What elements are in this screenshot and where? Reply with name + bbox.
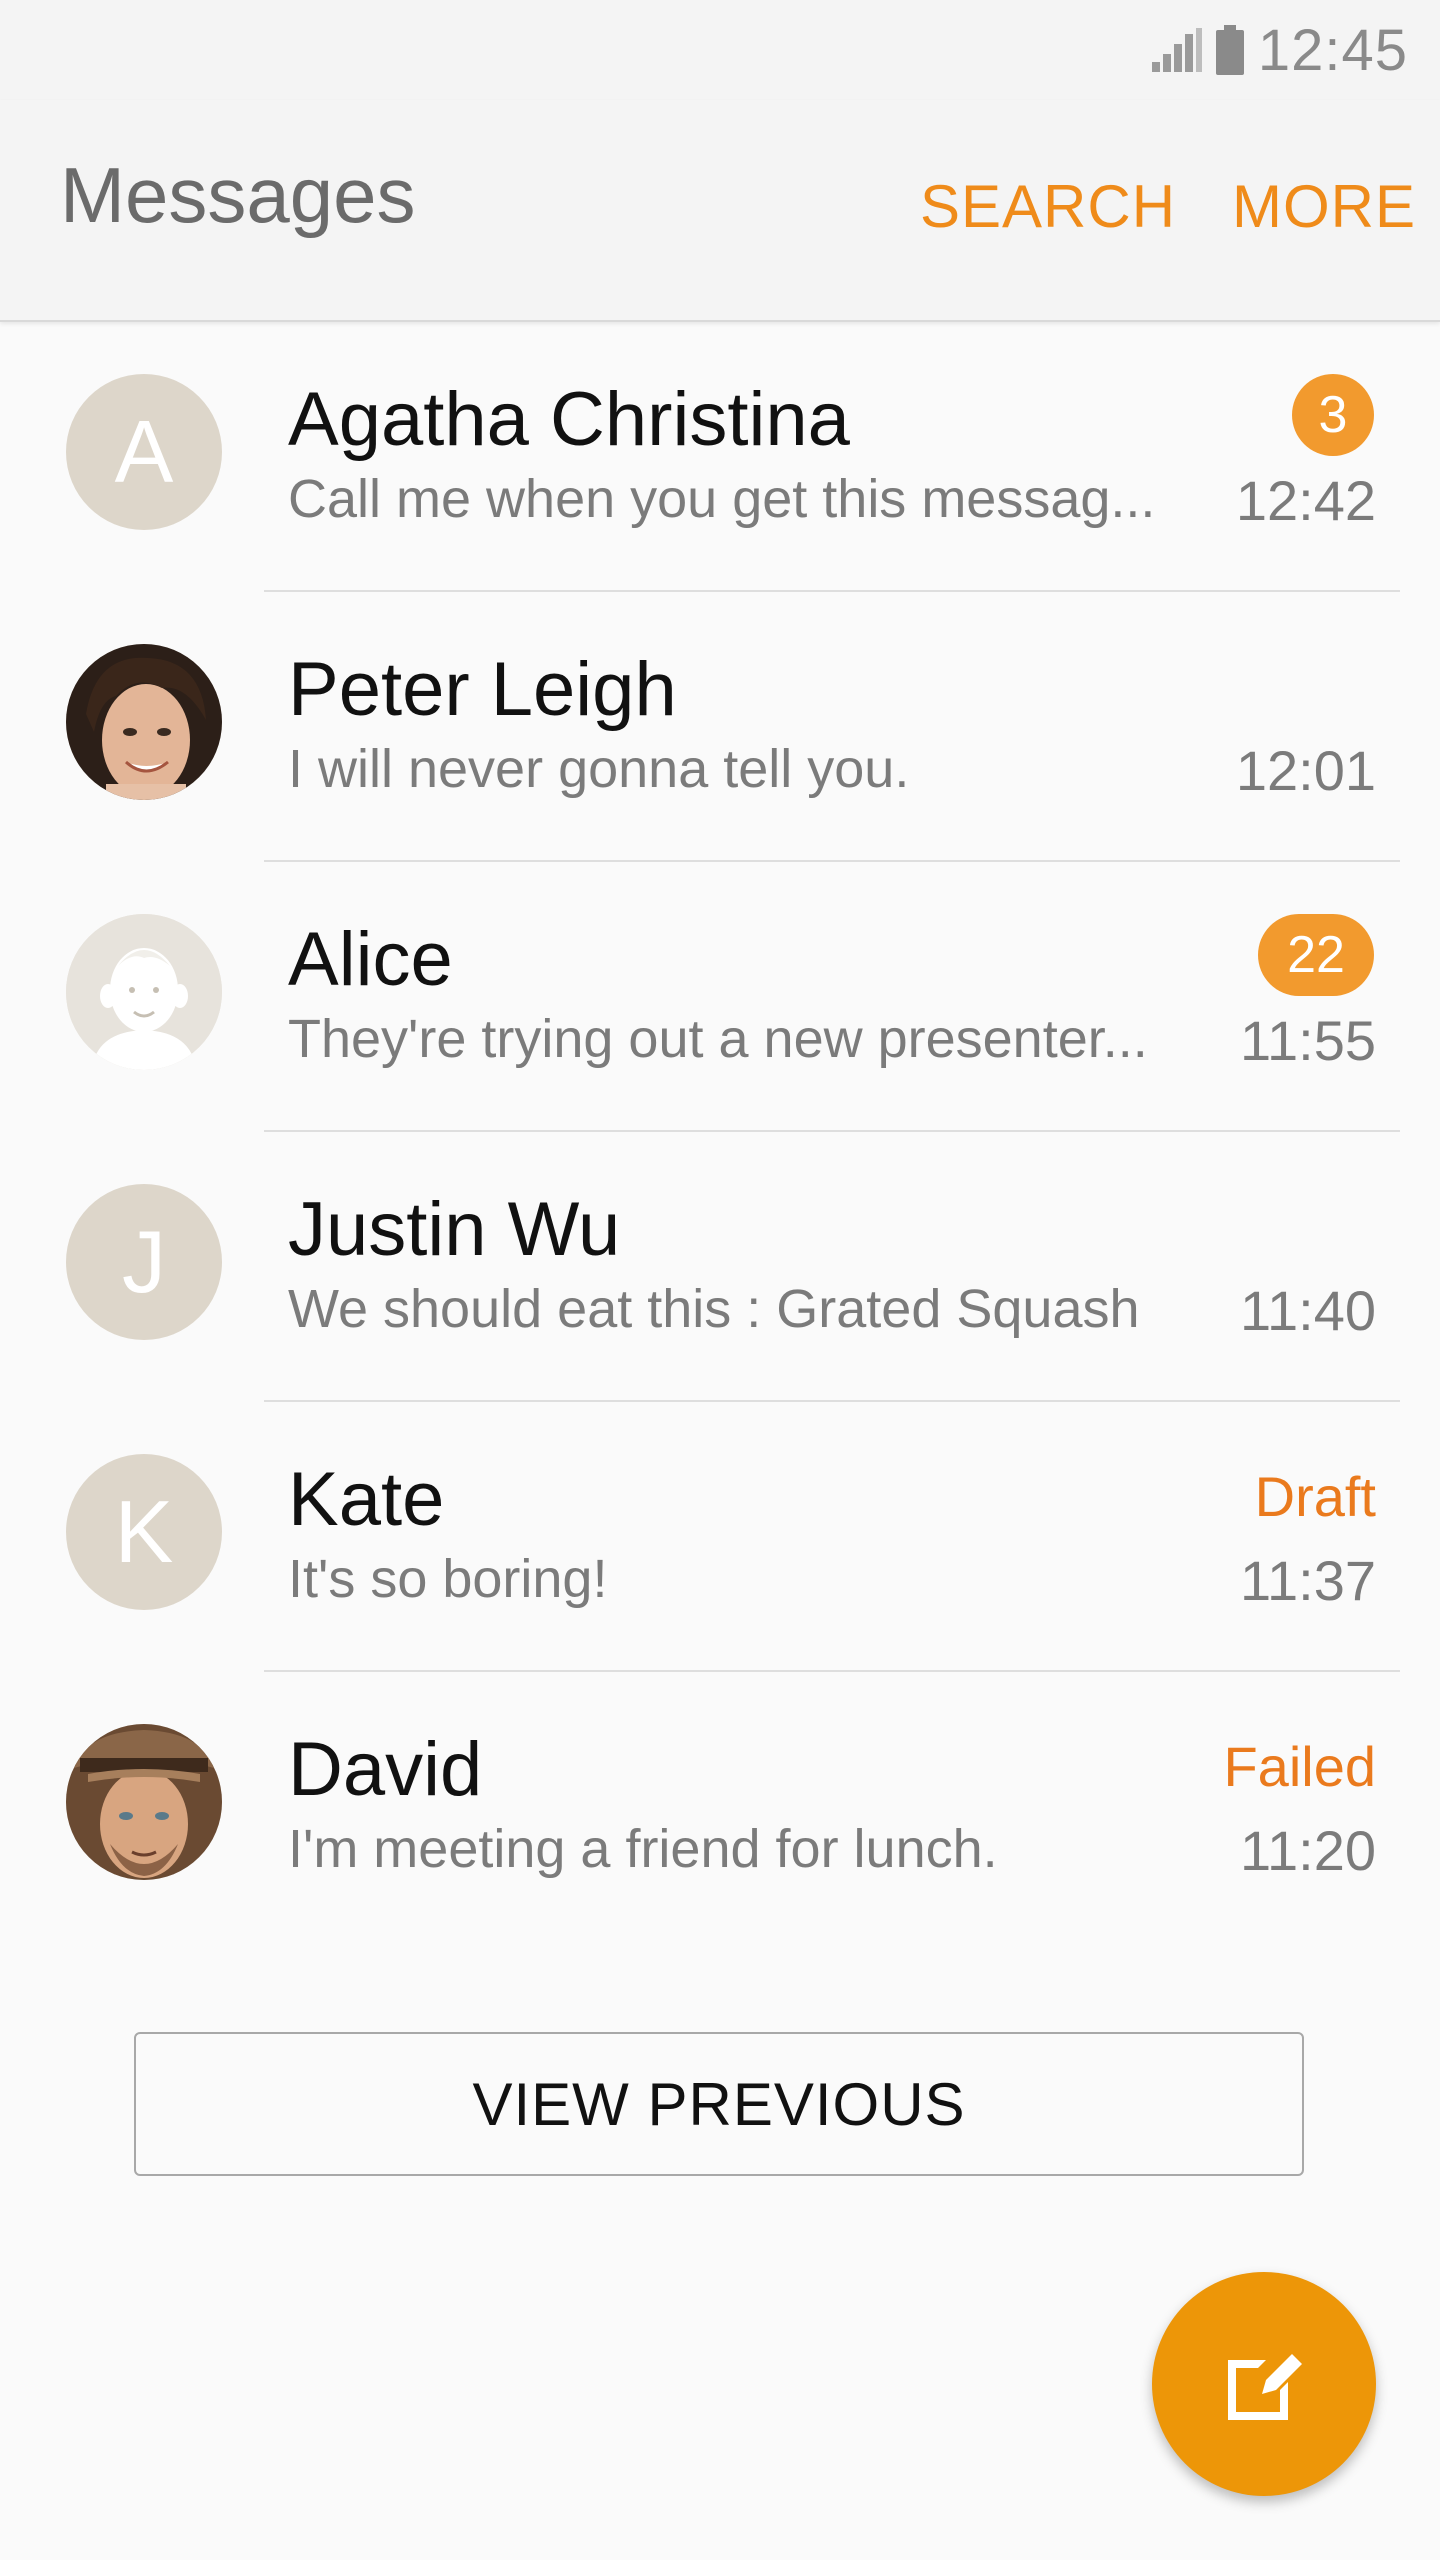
contact-photo [66, 644, 222, 800]
avatar: A [66, 374, 222, 530]
messages-screen: 12:45 Messages SEARCH MORE A Agatha Chri… [0, 0, 1440, 2560]
contact-name: Peter Leigh [288, 647, 677, 732]
conversation-item[interactable]: David I'm meeting a friend for lunch. Fa… [0, 1672, 1440, 1942]
app-bar: Messages SEARCH MORE [0, 100, 1440, 322]
message-time: 11:40 [1240, 1279, 1376, 1342]
contact-photo [66, 1724, 222, 1880]
avatar [66, 644, 222, 800]
message-time: 11:37 [1240, 1549, 1376, 1612]
contact-name: David [288, 1727, 483, 1812]
conversation-item[interactable]: Peter Leigh I will never gonna tell you.… [0, 592, 1440, 862]
unread-badge: 3 [1292, 374, 1374, 456]
message-time: 11:20 [1240, 1819, 1376, 1882]
message-preview: We should eat this : Grated Squash [288, 1279, 1140, 1339]
status-indicators: 12:45 [1151, 14, 1408, 86]
contact-name: Agatha Christina [288, 377, 850, 462]
status-time: 12:45 [1257, 17, 1408, 83]
unread-badge: 22 [1258, 914, 1374, 996]
search-button[interactable]: SEARCH [920, 172, 1176, 241]
message-preview: They're trying out a new presenter... [288, 1009, 1148, 1069]
avatar-letter: J [122, 1212, 166, 1311]
signal-icon [1151, 28, 1202, 72]
page-title: Messages [60, 151, 416, 239]
conversation-item[interactable]: J Justin Wu We should eat this : Grated … [0, 1132, 1440, 1402]
message-preview: I will never gonna tell you. [288, 739, 910, 799]
message-preview: It's so boring! [288, 1549, 608, 1609]
avatar-letter: K [114, 1482, 174, 1581]
status-bar: 12:45 [0, 0, 1440, 100]
conversation-list: A Agatha Christina Call me when you get … [0, 322, 1440, 1942]
message-preview: Call me when you get this messag... [288, 469, 1156, 529]
message-time: 12:01 [1235, 739, 1376, 802]
avatar [66, 1724, 222, 1880]
conversation-item[interactable]: K Kate It's so boring! Draft 11:37 [0, 1402, 1440, 1672]
conversation-item[interactable]: Alice They're trying out a new presenter… [0, 862, 1440, 1132]
avatar: K [66, 1454, 222, 1610]
message-time: 12:42 [1235, 469, 1376, 532]
compose-button[interactable] [1152, 2272, 1376, 2496]
avatar [66, 914, 222, 1070]
message-preview: I'm meeting a friend for lunch. [288, 1819, 998, 1879]
compose-icon [1228, 2354, 1302, 2420]
contact-name: Justin Wu [288, 1187, 621, 1272]
contact-name: Alice [288, 917, 453, 1002]
conversation-item[interactable]: A Agatha Christina Call me when you get … [0, 322, 1440, 592]
battery-icon [1215, 25, 1244, 75]
contact-name: Kate [288, 1457, 445, 1542]
view-previous-button[interactable]: VIEW PREVIOUS [134, 2032, 1304, 2176]
draft-status: Draft [1254, 1465, 1376, 1528]
message-time: 11:55 [1240, 1009, 1376, 1072]
avatar: J [66, 1184, 222, 1340]
default-face-icon [66, 914, 222, 1070]
more-button[interactable]: MORE [1232, 172, 1416, 241]
avatar-letter: A [114, 402, 174, 501]
failed-status: Failed [1223, 1735, 1376, 1798]
